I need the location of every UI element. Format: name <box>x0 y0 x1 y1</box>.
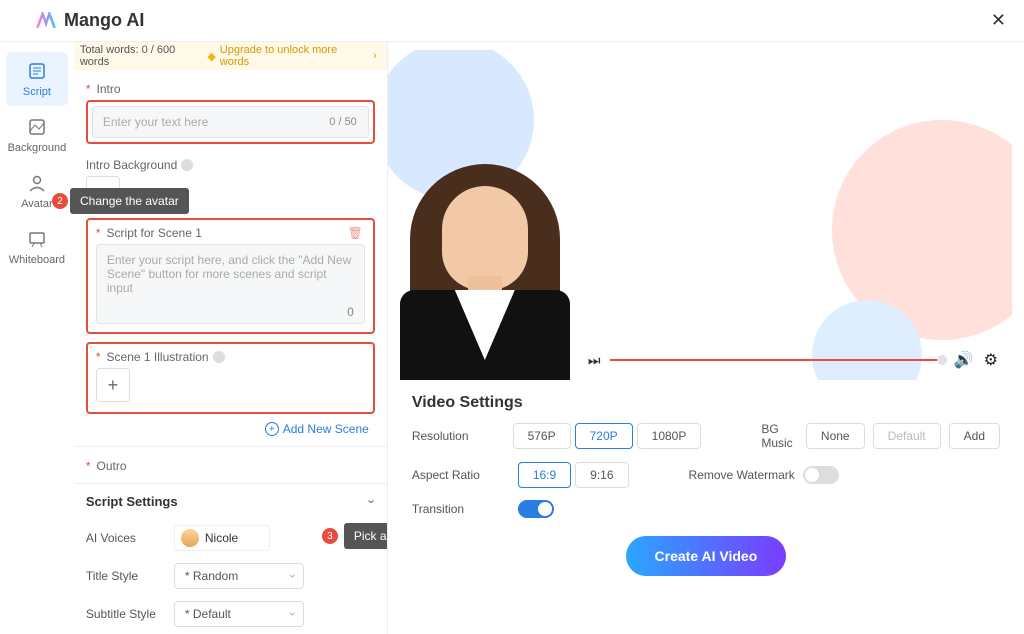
sidebar-label: Whiteboard <box>9 254 65 266</box>
tip-change-avatar: Change the avatar <box>70 188 189 214</box>
tip-badge-2: 2 <box>52 193 68 209</box>
res-576p[interactable]: 576P <box>513 423 571 449</box>
chevron-right-icon: › <box>373 50 377 62</box>
help-icon[interactable] <box>213 351 225 363</box>
create-video-button[interactable]: Create AI Video <box>626 536 786 576</box>
ai-voices-label: AI Voices <box>86 531 166 545</box>
diamond-icon: ◆ <box>207 50 215 63</box>
scene-char-count: 0 <box>347 305 354 319</box>
sidebar-label: Script <box>23 86 51 98</box>
voice-avatar-icon <box>181 529 199 547</box>
plus-icon: + <box>265 422 279 436</box>
intro-input[interactable] <box>92 106 369 138</box>
intro-label: *Intro <box>86 82 375 96</box>
bg-default[interactable]: Default <box>873 423 941 449</box>
subtitle-style-label: Subtitle Style <box>86 607 166 621</box>
close-icon[interactable]: ✕ <box>991 10 1006 31</box>
resolution-label: Resolution <box>412 429 493 443</box>
timeline-slider[interactable] <box>610 359 943 361</box>
tip-pick-voice: Pick a desired AI voice <box>344 523 388 549</box>
add-illustration-button[interactable]: + <box>96 368 130 402</box>
aspect-9-16[interactable]: 9:16 <box>575 462 628 488</box>
bg-music-label: BG Music <box>761 422 798 450</box>
avatar-icon <box>26 172 48 194</box>
upgrade-link[interactable]: ◆ Upgrade to unlock more words › <box>207 44 376 68</box>
watermark-toggle[interactable] <box>803 466 839 484</box>
transition-label: Transition <box>412 502 498 516</box>
logo-mark-icon <box>36 12 56 30</box>
scene-label: *Script for Scene 1 <box>96 226 365 240</box>
help-icon[interactable] <box>181 159 193 171</box>
bg-add[interactable]: Add <box>949 423 1000 449</box>
aspect-16-9[interactable]: 16:9 <box>518 462 571 488</box>
voice-selector[interactable]: Nicole <box>174 525 270 551</box>
sidebar-label: Background <box>8 142 67 154</box>
sidebar-label: Avatar <box>21 198 53 210</box>
brand-name: Mango AI <box>64 10 144 31</box>
bg-none[interactable]: None <box>806 423 865 449</box>
intro-bg-label: Intro Background <box>86 158 375 172</box>
res-1080p[interactable]: 1080P <box>637 423 702 449</box>
script-settings-toggle[interactable]: Script Settings › <box>74 484 387 519</box>
volume-icon[interactable]: 🔊 <box>954 350 974 370</box>
tip-badge-3: 3 <box>322 528 338 544</box>
title-style-select[interactable]: * Random <box>174 563 304 589</box>
delete-scene-icon[interactable]: 🗑 <box>348 226 363 240</box>
background-icon <box>26 116 48 138</box>
word-count: Total words: 0 / 600 words <box>80 44 207 68</box>
sidebar-item-whiteboard[interactable]: Whiteboard <box>6 220 68 274</box>
transition-toggle[interactable] <box>518 500 554 518</box>
aspect-label: Aspect Ratio <box>412 468 498 482</box>
avatar-figure <box>390 160 580 380</box>
video-preview: ⏭ 🔊 ⚙ <box>388 50 1012 380</box>
scene-script-input[interactable]: Enter your script here, and click the "A… <box>96 244 365 324</box>
watermark-label: Remove Watermark <box>689 468 795 482</box>
script-icon <box>26 60 48 82</box>
outro-label: *Outro <box>86 459 375 473</box>
add-new-scene-button[interactable]: + Add New Scene <box>74 416 387 442</box>
whiteboard-icon <box>26 228 48 250</box>
subtitle-style-select[interactable]: * Default <box>174 601 304 627</box>
intro-char-count: 0 / 50 <box>329 116 357 128</box>
video-settings-title: Video Settings <box>412 394 1000 412</box>
play-next-icon[interactable]: ⏭ <box>588 352 601 369</box>
res-720p[interactable]: 720P <box>575 423 633 449</box>
sidebar-item-script[interactable]: Script <box>6 52 68 106</box>
gear-icon[interactable]: ⚙ <box>984 350 998 370</box>
app-logo: Mango AI <box>36 10 144 31</box>
chevron-down-icon: › <box>365 499 380 503</box>
title-style-label: Title Style <box>86 569 166 583</box>
illustration-label: *Scene 1 Illustration <box>96 350 365 364</box>
sidebar-item-background[interactable]: Background <box>6 108 68 162</box>
